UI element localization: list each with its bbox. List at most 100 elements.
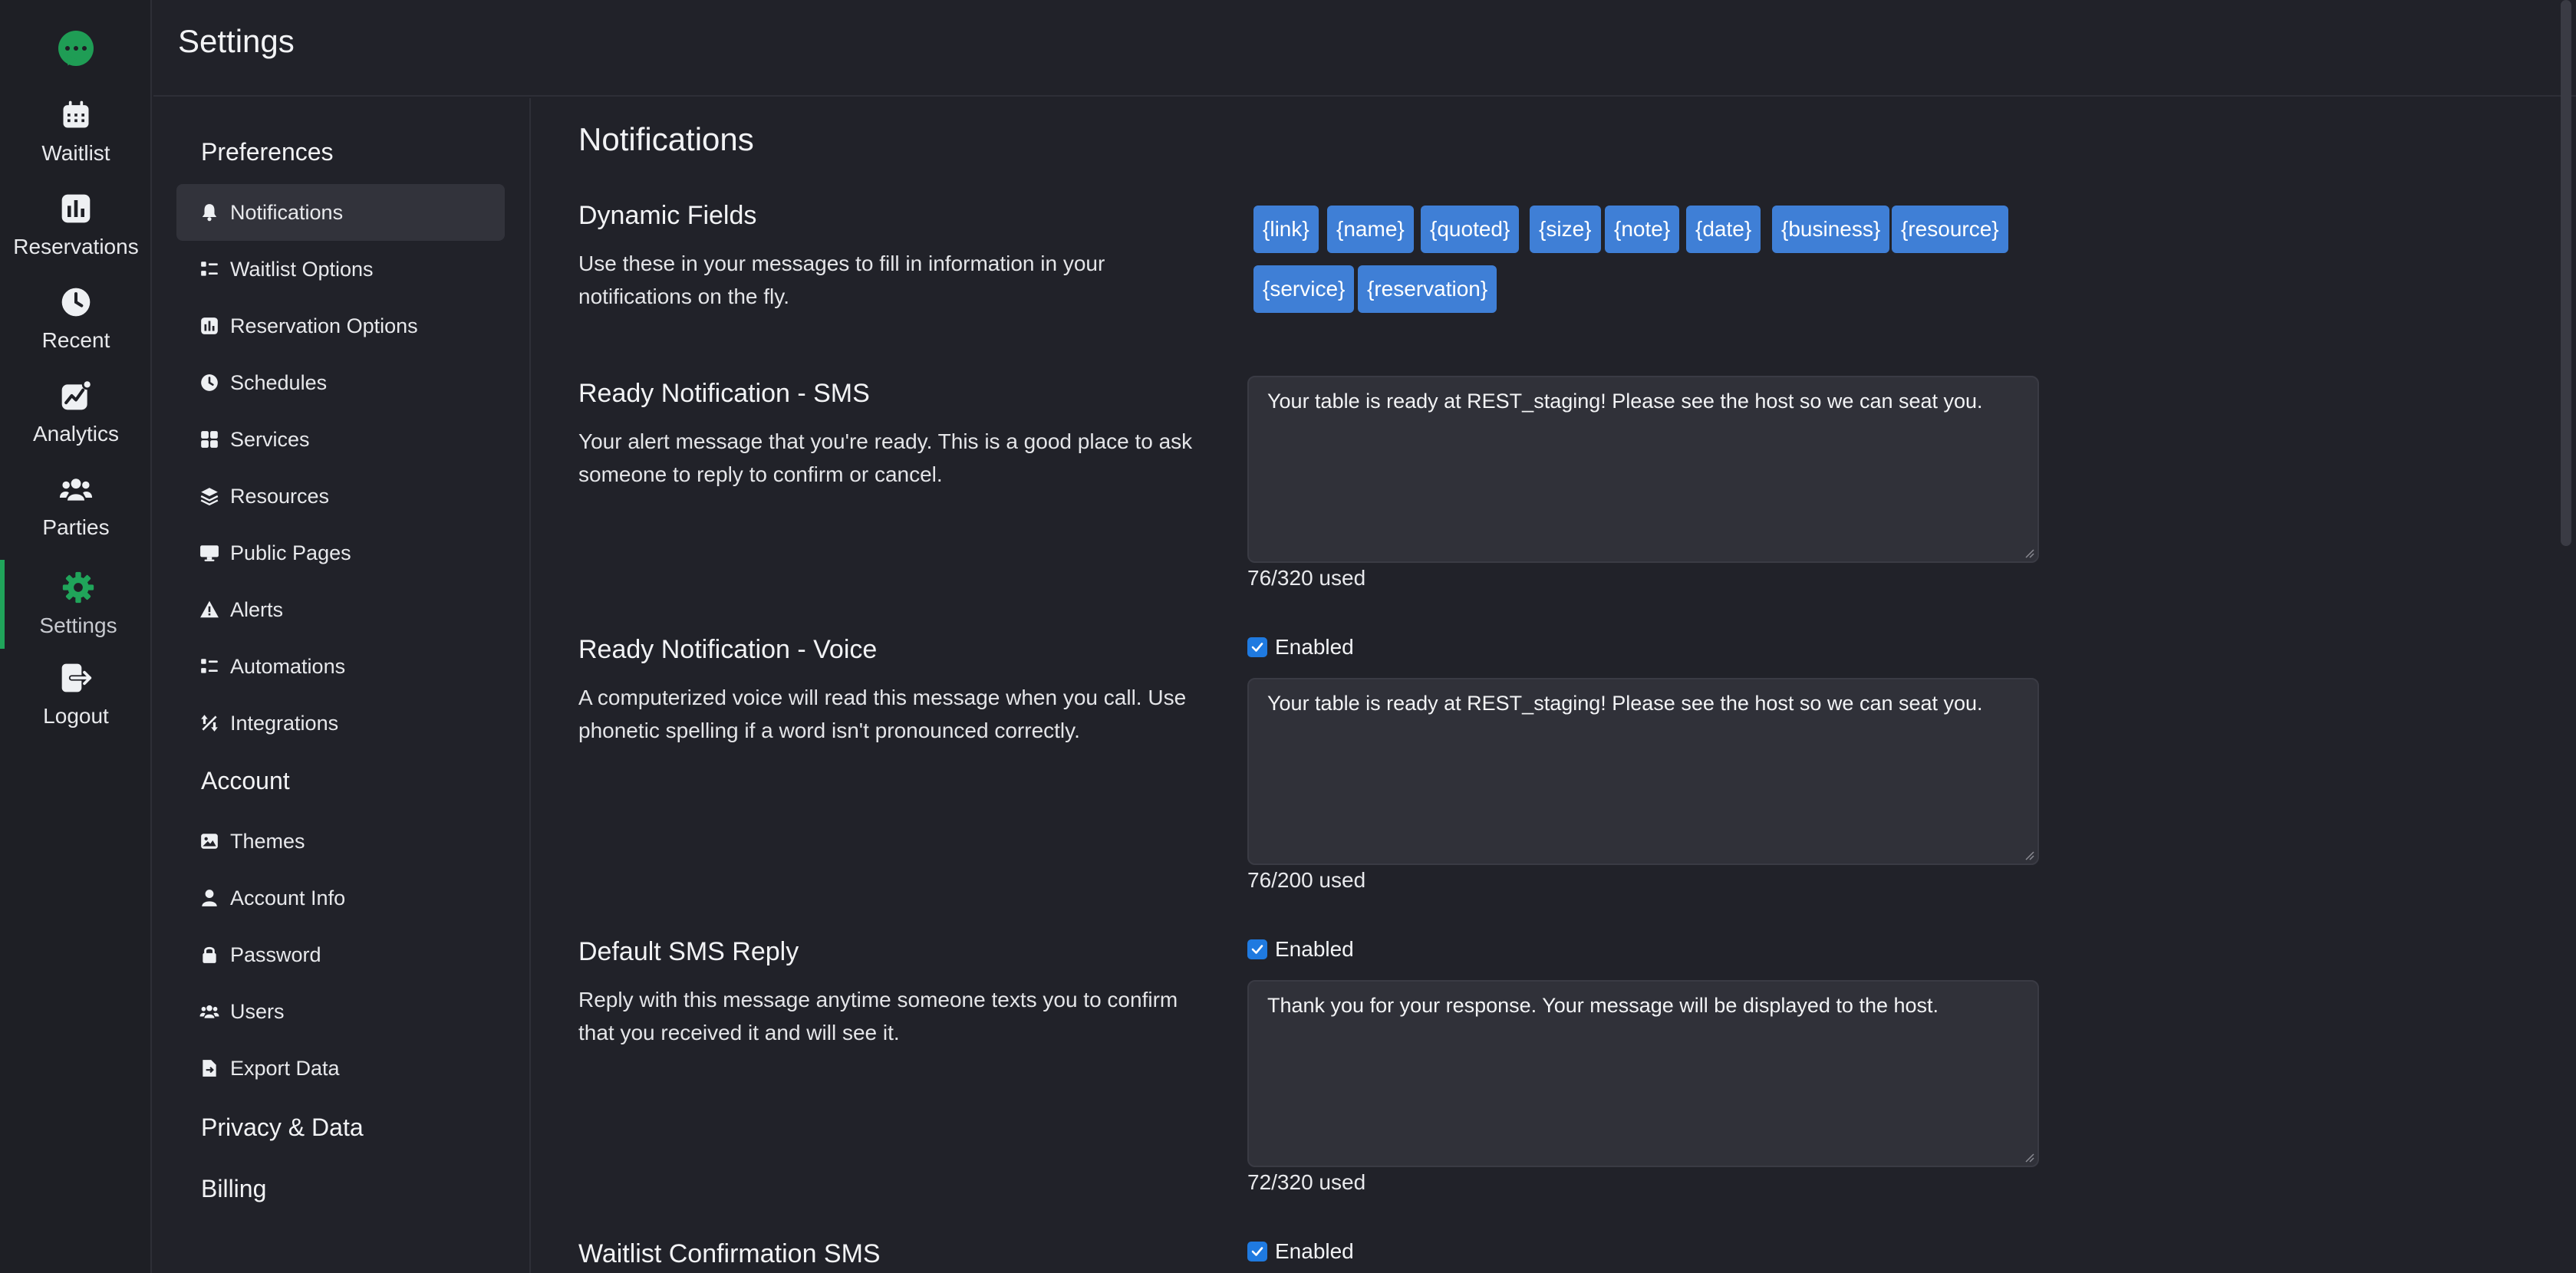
dynamic-fields-description: Use these in your messages to fill in in… (578, 252, 1105, 308)
nav-item-themes[interactable]: Themes (176, 813, 505, 870)
nav-item-account-info[interactable]: Account Info (176, 870, 505, 926)
nav-item-password[interactable]: Password (176, 926, 505, 983)
nav-item-export-data[interactable]: Export Data (176, 1040, 505, 1097)
resize-handle-icon[interactable] (2024, 1152, 2034, 1163)
icon-rail: Waitlist Reservations Recent Analytics P… (0, 0, 152, 1273)
layers-icon (200, 488, 219, 506)
rail-label: Settings (39, 613, 117, 637)
textarea-text: Your table is ready at REST_staging! Ple… (1267, 390, 1983, 413)
nav-item-privacy[interactable]: Privacy & Data (201, 1113, 364, 1142)
dynamic-field-chip[interactable]: {resource} (1892, 206, 2008, 253)
nav-label: Reservation Options (230, 314, 418, 337)
checkmark-icon (1251, 643, 1263, 652)
rail-item-logout[interactable]: Logout (0, 649, 152, 741)
nav-item-public-pages[interactable]: Public Pages (176, 525, 505, 581)
page-title: Settings (178, 23, 295, 59)
nav-item-schedules[interactable]: Schedules (176, 354, 505, 411)
dynamic-fields-title: Dynamic Fields (578, 201, 757, 230)
dynamic-field-chip[interactable]: {service} (1253, 265, 1355, 313)
ready-sms-message-input[interactable]: Your table is ready at REST_staging! Ple… (1247, 376, 2039, 563)
ready-voice-description: A computerized voice will read this mess… (578, 686, 1187, 742)
trend-icon (61, 379, 93, 410)
file-export-icon (203, 1060, 216, 1077)
list-icon (201, 262, 218, 276)
rail-label: Waitlist (41, 141, 110, 165)
warning-icon (200, 600, 219, 618)
rail-label: Parties (42, 515, 110, 539)
page-header: Settings (153, 0, 2576, 97)
calendar-icon (63, 100, 89, 128)
resize-handle-icon[interactable] (2024, 850, 2034, 860)
nav-item-integrations[interactable]: Integrations (176, 695, 505, 752)
enabled-label: Enabled (1275, 1239, 1354, 1263)
list-icon (201, 659, 218, 673)
nav-label: Services (230, 427, 310, 451)
default-reply-enabled-checkbox[interactable] (1247, 939, 1267, 959)
nav-label: Public Pages (230, 541, 351, 564)
rail-label: Recent (41, 328, 110, 352)
ready-voice-title: Ready Notification - Voice (578, 635, 878, 664)
nav-item-waitlist-options[interactable]: Waitlist Options (176, 241, 505, 298)
dynamic-field-chip[interactable]: {business} (1772, 206, 1890, 253)
nav-item-billing[interactable]: Billing (201, 1175, 266, 1203)
checkmark-icon (1251, 945, 1263, 954)
lock-icon (203, 946, 216, 963)
default-reply-counter: 72/320 used (1247, 1170, 1366, 1194)
clock-icon (201, 374, 218, 391)
chat-logo-icon[interactable] (58, 31, 94, 68)
enabled-label: Enabled (1275, 635, 1354, 659)
nav-item-resources[interactable]: Resources (176, 468, 505, 525)
clock-icon (61, 288, 91, 317)
page-scrollbar[interactable] (2561, 0, 2571, 546)
nav-item-users[interactable]: Users (176, 983, 505, 1040)
rail-item-parties[interactable]: Parties (0, 460, 152, 552)
ready-voice-message-input[interactable]: Your table is ready at REST_staging! Ple… (1247, 678, 2039, 865)
nav-label: Waitlist Options (230, 257, 374, 281)
nav-label: Account Info (230, 886, 346, 910)
ready-voice-enabled: Enabled (1247, 635, 1354, 660)
section-preferences: Preferences (201, 138, 334, 166)
ready-sms-title: Ready Notification - SMS (578, 379, 870, 408)
textarea-text: Thank you for your response. Your messag… (1267, 994, 1939, 1017)
dynamic-field-chip[interactable]: {size} (1530, 206, 1601, 253)
gear-icon (62, 571, 94, 604)
bar-chart-icon (201, 317, 218, 334)
rail-item-settings[interactable]: Settings (0, 560, 152, 649)
dynamic-field-chip[interactable]: {reservation} (1358, 265, 1497, 313)
rail-label: Logout (43, 704, 109, 728)
rail-label: Reservations (13, 235, 139, 258)
waitlist-confirmation-enabled-checkbox[interactable] (1247, 1242, 1267, 1261)
textarea-text: Your table is ready at REST_staging! Ple… (1267, 692, 1983, 715)
section-account: Account (201, 767, 290, 794)
dynamic-field-chip[interactable]: {note} (1605, 206, 1680, 253)
rail-item-reservations[interactable]: Reservations (0, 179, 152, 271)
rail-item-waitlist[interactable]: Waitlist (0, 86, 152, 178)
ready-voice-enabled-checkbox[interactable] (1247, 637, 1267, 657)
nav-item-reservation-options[interactable]: Reservation Options (176, 298, 505, 354)
nav-item-automations[interactable]: Automations (176, 638, 505, 695)
dynamic-field-chip[interactable]: {quoted} (1421, 206, 1520, 253)
dynamic-field-chip[interactable]: {date} (1686, 206, 1761, 253)
default-reply-description: Reply with this message anytime someone … (578, 988, 1178, 1044)
default-reply-message-input[interactable]: Thank you for your response. Your messag… (1247, 980, 2039, 1167)
dynamic-field-chip[interactable]: {name} (1327, 206, 1414, 253)
waitlist-confirmation-title: Waitlist Confirmation SMS (578, 1239, 881, 1268)
rail-item-analytics[interactable]: Analytics (0, 367, 152, 459)
rail-item-recent[interactable]: Recent (0, 273, 152, 365)
dynamic-field-chip[interactable]: {link} (1253, 206, 1319, 253)
nav-label: Export Data (230, 1056, 340, 1080)
enabled-label: Enabled (1275, 937, 1354, 961)
users-icon (59, 479, 93, 501)
ready-sms-counter: 76/320 used (1247, 566, 1366, 590)
nav-label: Notifications (230, 200, 344, 224)
nav-item-alerts[interactable]: Alerts (176, 581, 505, 638)
nav-item-services[interactable]: Services (176, 411, 505, 468)
rail-label: Analytics (32, 422, 120, 446)
nav-label: Automations (230, 654, 346, 678)
resize-handle-icon[interactable] (2024, 548, 2034, 558)
users-icon (199, 1005, 219, 1018)
waitlist-confirmation-enabled: Enabled (1247, 1239, 1354, 1264)
bell-icon (202, 204, 217, 222)
settings-nav: Preferences Notifications Waitlist Optio… (153, 98, 531, 1273)
nav-item-notifications[interactable]: Notifications (176, 184, 505, 241)
